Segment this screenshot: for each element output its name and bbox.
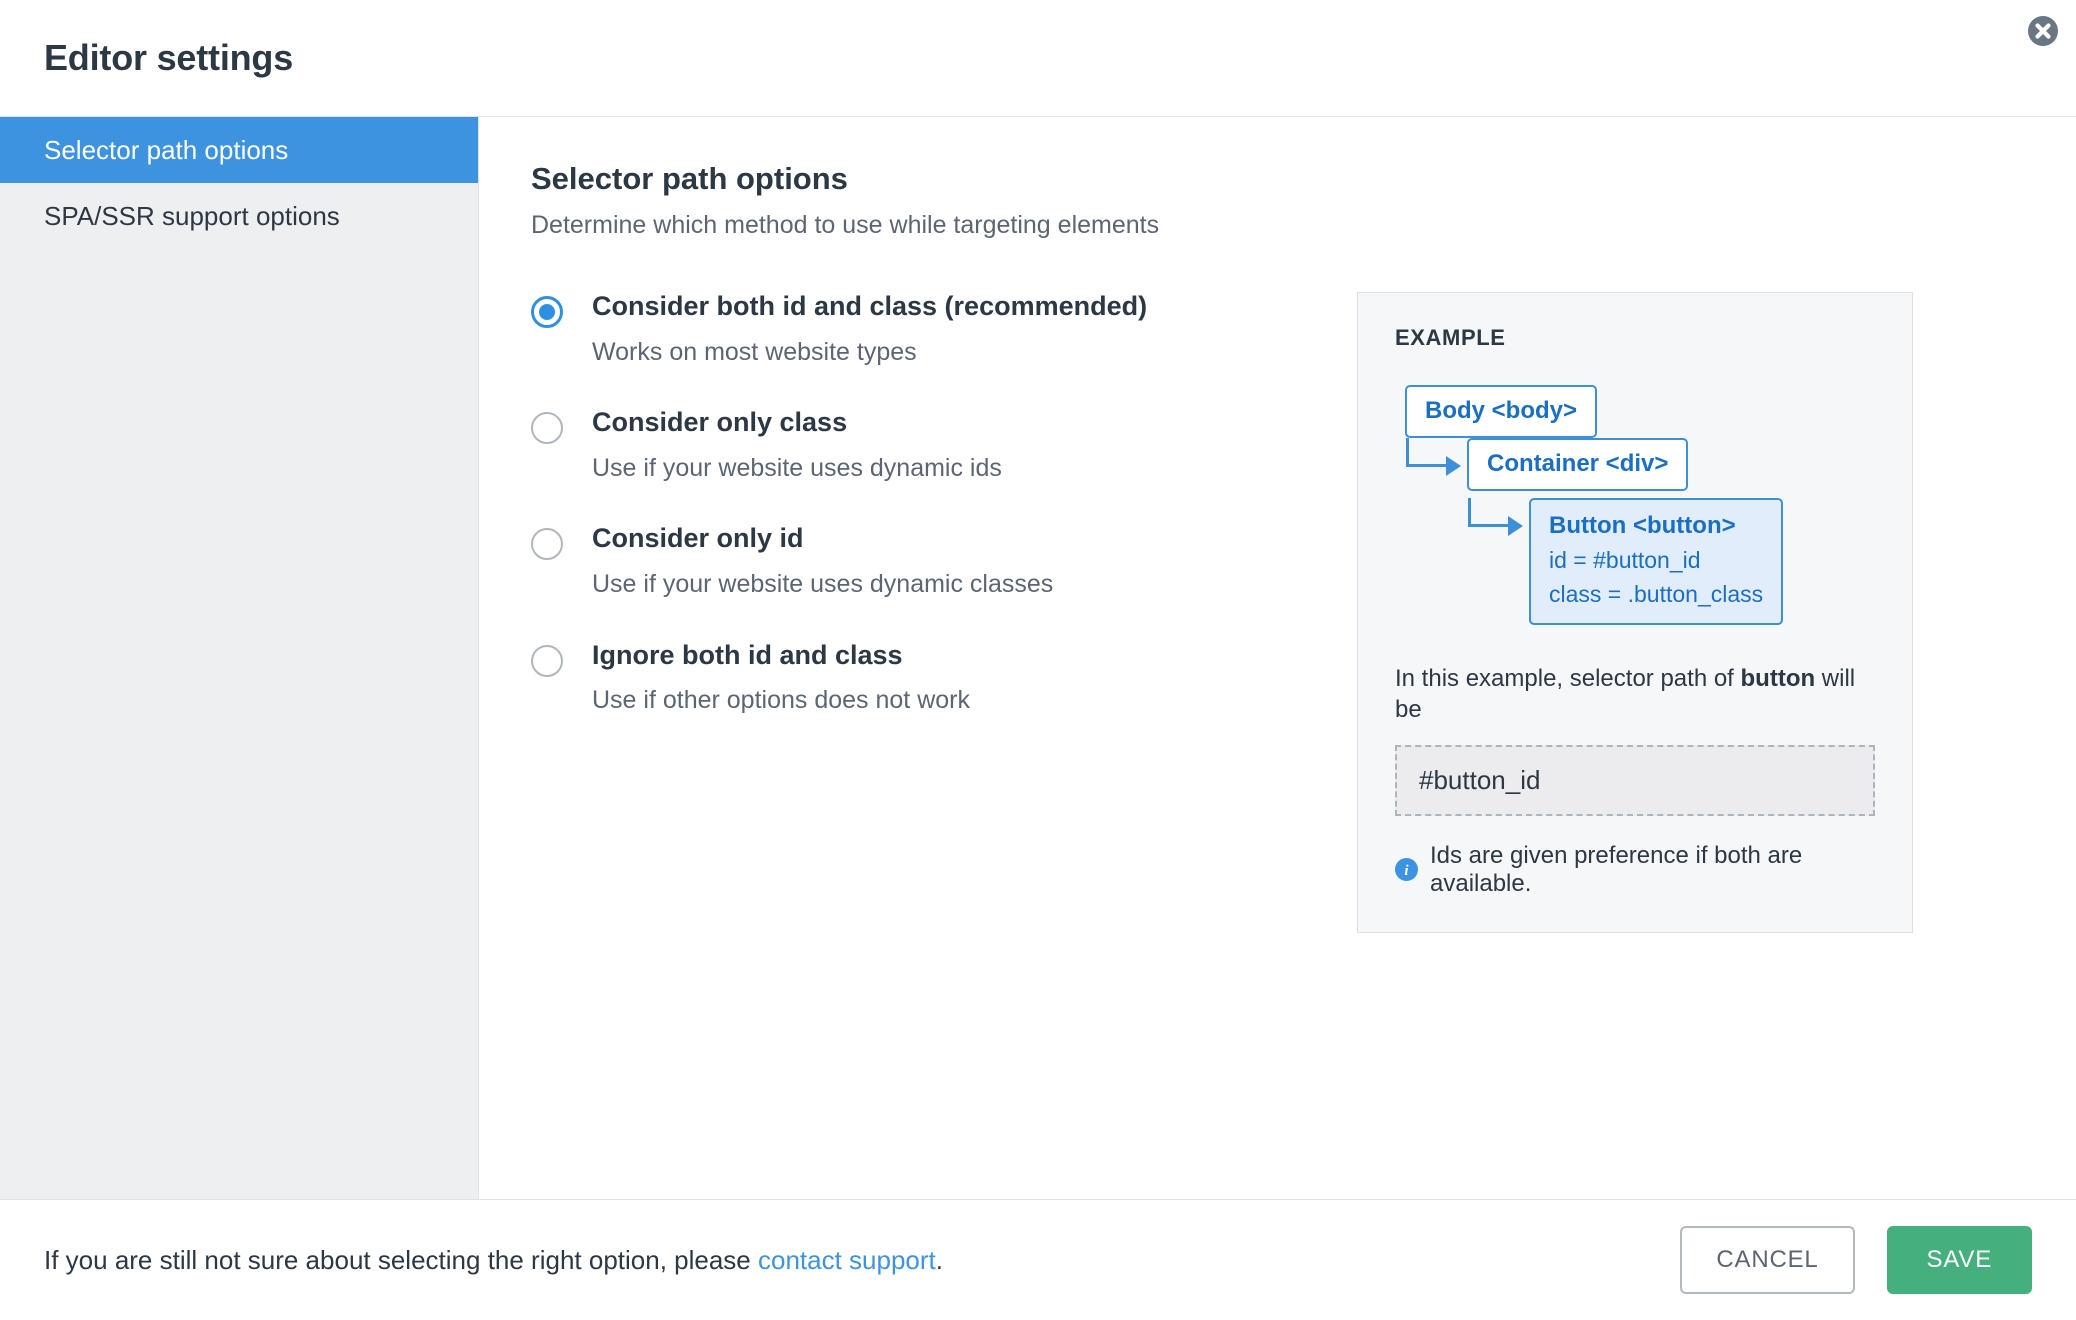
radio-option-text: Consider only class Use if your website … (592, 407, 1002, 482)
footer-actions: CANCEL SAVE (1680, 1226, 2032, 1294)
footer-text-suffix: . (935, 1244, 943, 1275)
radio-option-label: Consider only id (592, 523, 804, 554)
radio-indicator[interactable] (531, 528, 563, 561)
radio-option-ignore-both[interactable]: Ignore both id and class Use if other op… (531, 639, 1291, 715)
radio-option-description: Use if other options does not work (592, 686, 970, 715)
tree-node-button-title: Button <button> (1549, 512, 1736, 539)
radio-option-text: Consider both id and class (recommended)… (592, 291, 1148, 366)
example-hint-row: i Ids are given preference if both are a… (1395, 842, 1875, 898)
settings-main-panel: Selector path options Determine which me… (479, 117, 2076, 1199)
selector-path-value-box: #button_id (1395, 744, 1875, 816)
tree-node-button-id: id = #button_id (1549, 547, 1701, 573)
radio-option-only-class[interactable]: Consider only class Use if your website … (531, 407, 1291, 482)
selector-path-radio-group: Consider both id and class (recommended)… (531, 291, 1291, 757)
example-note-prefix: In this example, selector path of (1395, 664, 1741, 692)
sidebar-item-selector-path-options[interactable]: Selector path options (0, 117, 478, 183)
tree-row-button: Button <button> id = #button_id class = … (1395, 498, 1875, 625)
dialog-header: Editor settings (0, 0, 2076, 117)
close-icon[interactable] (2022, 10, 2064, 52)
connector-arrowhead-icon (1508, 516, 1523, 536)
editor-settings-dialog: Editor settings Selector path options SP… (0, 0, 2076, 1320)
sidebar-item-label: Selector path options (44, 134, 289, 165)
radio-option-label: Ignore both id and class (592, 639, 903, 670)
tree-node-button-class: class = .button_class (1549, 580, 1764, 607)
section-subtitle: Determine which method to use while targ… (531, 211, 1160, 239)
example-panel: EXAMPLE Body <body> Container <div> Butt… (1357, 292, 1913, 933)
radio-option-label: Consider only class (592, 407, 848, 438)
footer-text-prefix: If you are still not sure about selectin… (44, 1244, 758, 1275)
contact-support-link[interactable]: contact support (758, 1245, 936, 1275)
settings-sidebar: Selector path options SPA/SSR support op… (0, 117, 479, 1199)
radio-option-text: Ignore both id and class Use if other op… (592, 639, 970, 715)
page-title: Editor settings (44, 37, 294, 78)
tree-row-container: Container <div> (1395, 438, 1875, 498)
example-note: In this example, selector path of button… (1395, 663, 1875, 725)
radio-option-label: Consider both id and class (recommended) (592, 291, 1148, 321)
tree-connector-container-to-button (1467, 498, 1529, 558)
cancel-button[interactable]: CANCEL (1680, 1226, 1855, 1294)
example-note-bold: button (1740, 664, 1816, 692)
tree-node-body: Body <body> (1405, 385, 1598, 438)
footer-help-text: If you are still not sure about selectin… (44, 1245, 943, 1276)
radio-option-text: Consider only id Use if your website use… (592, 524, 1053, 598)
radio-option-description: Works on most website types (592, 337, 917, 366)
dialog-footer: If you are still not sure about selectin… (0, 1200, 2076, 1320)
tree-node-button: Button <button> id = #button_id class = … (1529, 498, 1784, 625)
save-button[interactable]: SAVE (1886, 1226, 2032, 1294)
radio-option-description: Use if your website uses dynamic classes (592, 570, 1054, 599)
radio-indicator[interactable] (531, 412, 563, 445)
example-hint-text: Ids are given preference if both are ava… (1430, 841, 1803, 897)
radio-indicator[interactable] (531, 644, 563, 677)
section-title: Selector path options (531, 161, 848, 196)
sidebar-item-spa-ssr-support-options[interactable]: SPA/SSR support options (0, 183, 478, 249)
sidebar-item-label: SPA/SSR support options (44, 200, 340, 231)
tree-row-body: Body <body> (1405, 385, 1875, 438)
connector-horizontal-line (1468, 524, 1510, 527)
dialog-body: Selector path options SPA/SSR support op… (0, 117, 2076, 1200)
example-panel-title: EXAMPLE (1395, 325, 1506, 350)
info-icon: i (1395, 858, 1418, 882)
connector-arrowhead-icon (1446, 456, 1461, 476)
dom-tree-diagram: Body <body> Container <div> Button <butt… (1395, 385, 1875, 625)
radio-option-both-id-and-class[interactable]: Consider both id and class (recommended)… (531, 291, 1291, 366)
tree-connector-body-to-container (1405, 438, 1467, 498)
content-columns: Consider both id and class (recommended)… (531, 291, 2076, 933)
connector-vertical-line (1406, 438, 1409, 467)
radio-option-only-id[interactable]: Consider only id Use if your website use… (531, 524, 1291, 598)
tree-node-container: Container <div> (1467, 438, 1689, 491)
radio-indicator[interactable] (531, 296, 563, 328)
radio-option-description: Use if your website uses dynamic ids (592, 453, 1002, 482)
connector-vertical-line (1468, 498, 1471, 527)
connector-horizontal-line (1406, 464, 1448, 467)
selector-path-value: #button_id (1419, 764, 1541, 795)
